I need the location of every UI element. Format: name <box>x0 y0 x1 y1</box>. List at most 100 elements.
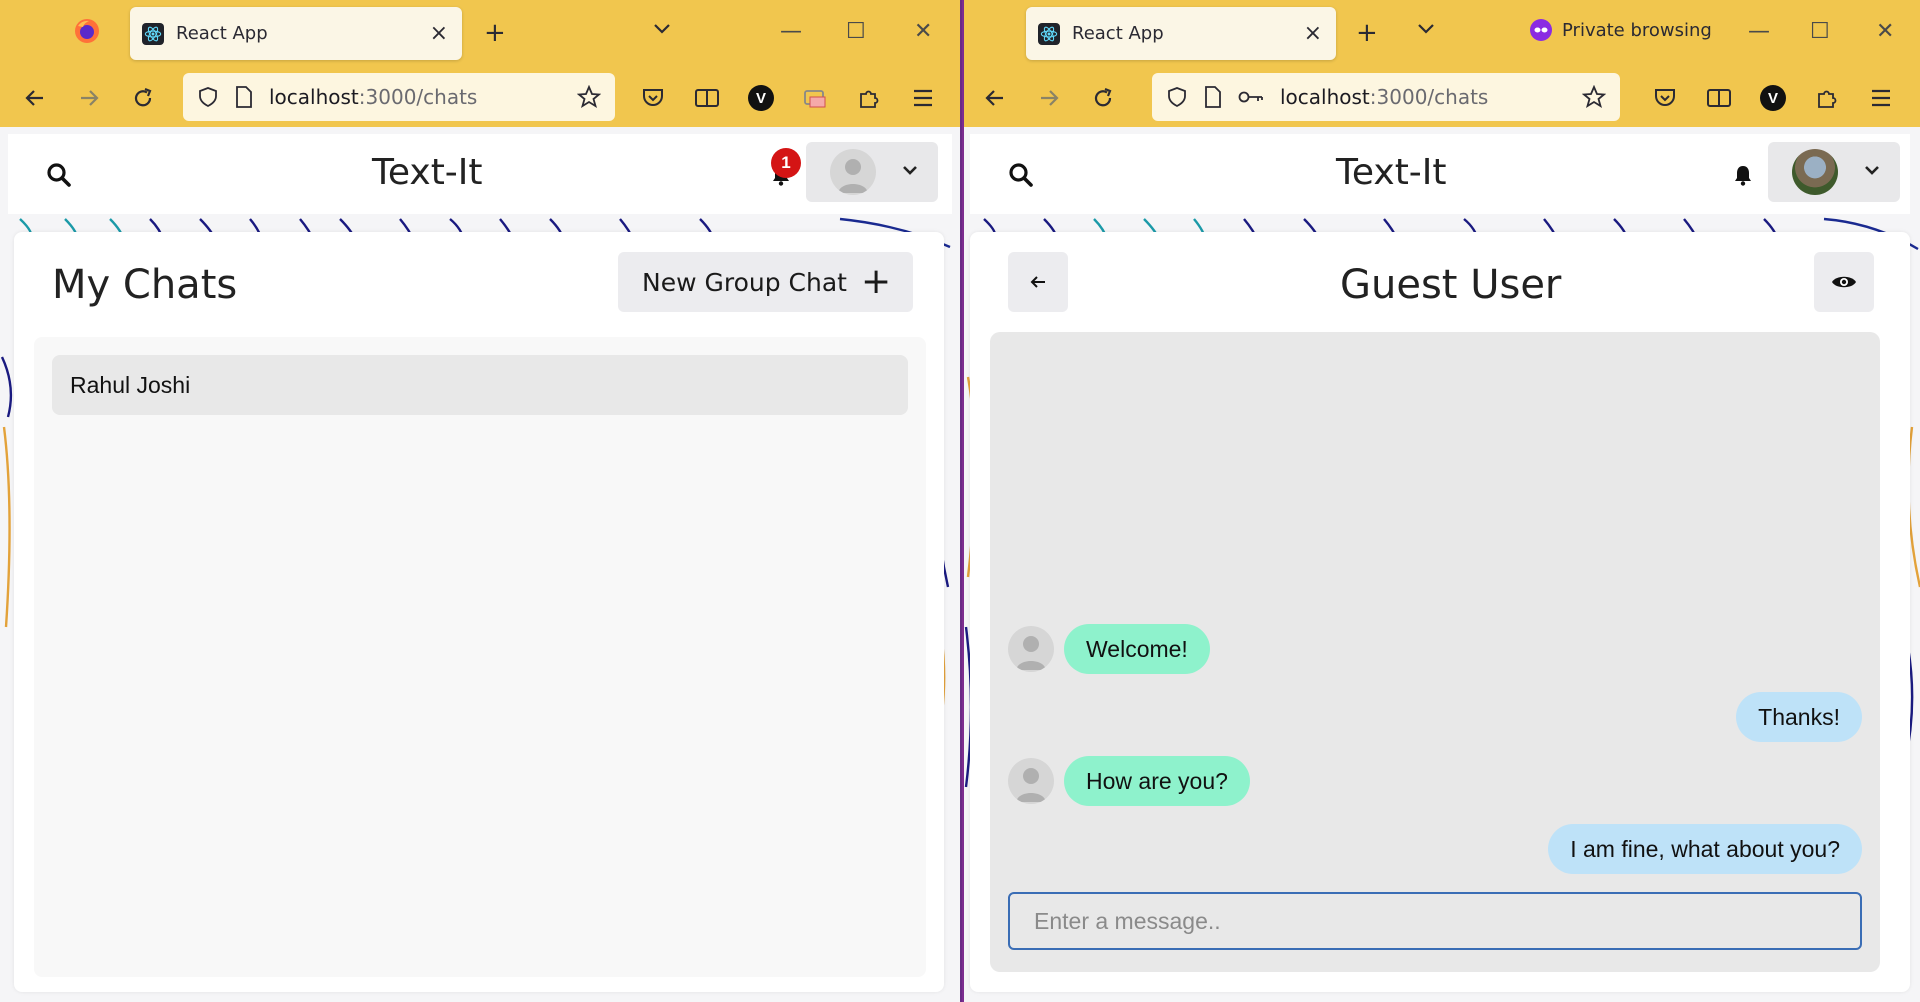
message-row-incoming: Welcome! <box>1008 624 1210 674</box>
tab-react-app[interactable]: React App × <box>130 7 462 60</box>
bookmark-star-icon[interactable] <box>577 85 601 109</box>
minimize-button[interactable]: — <box>1748 16 1770 48</box>
avatar <box>830 149 876 195</box>
tab-strip: React App × + Private browsing — ☐ ✕ <box>964 0 1920 67</box>
message-area: Welcome! Thanks! How are you? I am fine,… <box>990 332 1880 972</box>
chat-panel: Guest User Welcome! Thanks! How are you?… <box>970 232 1910 992</box>
message-input[interactable] <box>1008 892 1862 950</box>
hamburger-menu-icon[interactable] <box>1864 81 1898 115</box>
my-chats-panel: My Chats New Group Chat + Rahul Joshi <box>14 232 944 992</box>
back-button[interactable] <box>1008 252 1068 312</box>
tab-close-icon[interactable]: × <box>1304 21 1322 46</box>
private-mask-icon <box>1530 19 1552 41</box>
chevron-down-icon <box>902 163 918 181</box>
app-header: Text-It <box>970 134 1910 214</box>
pocket-icon[interactable] <box>636 81 670 115</box>
url-bar[interactable]: localhost:3000/chats <box>183 73 615 121</box>
tab-list-chevron-icon[interactable] <box>1416 14 1436 46</box>
message-bubble: Welcome! <box>1064 624 1210 674</box>
maximize-button[interactable]: ☐ <box>846 16 866 48</box>
desktop: React App × + — ☐ ✕ localhost:3000/chat… <box>0 0 1920 1002</box>
message-bubble: Thanks! <box>1736 692 1862 742</box>
chat-list-item[interactable]: Rahul Joshi <box>52 355 908 415</box>
url-path: :3000/chats <box>1369 85 1489 109</box>
profile-menu-button[interactable] <box>806 142 938 202</box>
bookmark-star-icon[interactable] <box>1582 85 1606 109</box>
reload-icon[interactable] <box>126 81 160 115</box>
left-browser-window: React App × + — ☐ ✕ localhost:3000/chat… <box>0 0 960 1002</box>
back-arrow-icon[interactable] <box>18 81 52 115</box>
nav-toolbar: localhost:3000/chats V <box>964 67 1920 127</box>
page-icon <box>1204 86 1222 108</box>
tab-list-chevron-icon[interactable] <box>652 14 672 46</box>
v-extension-icon[interactable]: V <box>1756 81 1790 115</box>
new-tab-button[interactable]: + <box>1356 17 1378 49</box>
firefox-icon[interactable] <box>74 18 100 52</box>
right-browser-window: React App × + Private browsing — ☐ ✕ loc… <box>962 0 1920 1002</box>
sender-avatar <box>1008 758 1054 804</box>
left-page: Text-It 1 My Chats New Group Chat + Rahu… <box>0 127 960 1002</box>
nav-toolbar: localhost:3000/chats V <box>0 67 960 127</box>
new-group-chat-button[interactable]: New Group Chat + <box>618 252 914 312</box>
sender-avatar <box>1008 626 1054 672</box>
profile-menu-button[interactable] <box>1768 142 1900 202</box>
screenshot-extension-icon[interactable] <box>798 81 832 115</box>
private-browsing-label: Private browsing <box>1562 19 1712 41</box>
react-icon <box>1038 22 1060 45</box>
forward-arrow-icon[interactable] <box>72 81 106 115</box>
search-icon[interactable] <box>46 162 72 193</box>
right-page: Text-It Guest User Welcome! Thanks! How … <box>964 127 1920 1002</box>
search-icon[interactable] <box>1008 162 1034 193</box>
minimize-button[interactable]: — <box>780 16 802 48</box>
url-path: :3000/chats <box>358 85 478 109</box>
chevron-down-icon <box>1864 163 1880 181</box>
reader-view-icon[interactable] <box>1702 81 1736 115</box>
shield-icon[interactable] <box>1166 86 1188 108</box>
close-window-button[interactable]: ✕ <box>1876 16 1894 48</box>
tab-title: React App <box>1072 23 1164 44</box>
notification-badge: 1 <box>771 148 801 178</box>
chat-list: Rahul Joshi <box>34 337 926 977</box>
maximize-button[interactable]: ☐ <box>1810 16 1830 48</box>
message-bubble: How are you? <box>1064 756 1250 806</box>
message-bubble: I am fine, what about you? <box>1548 824 1862 874</box>
message-row-outgoing: Thanks! <box>1736 692 1862 742</box>
app-header: Text-It 1 <box>8 134 952 214</box>
reload-icon[interactable] <box>1086 81 1120 115</box>
message-row-outgoing: I am fine, what about you? <box>1548 824 1862 874</box>
tab-react-app[interactable]: React App × <box>1026 7 1336 60</box>
private-browsing-indicator: Private browsing <box>1530 19 1712 41</box>
react-icon <box>142 22 164 45</box>
hamburger-menu-icon[interactable] <box>906 81 940 115</box>
v-extension-icon[interactable]: V <box>744 81 778 115</box>
shield-icon[interactable] <box>197 86 219 108</box>
pocket-icon[interactable] <box>1648 81 1682 115</box>
new-group-chat-label: New Group Chat <box>642 267 847 297</box>
page-title: My Chats <box>52 262 238 308</box>
bell-icon[interactable] <box>1733 164 1753 191</box>
arrow-left-icon <box>1030 276 1045 288</box>
puzzle-icon[interactable] <box>1810 81 1844 115</box>
brand-title: Text-It <box>1336 152 1447 193</box>
close-window-button[interactable]: ✕ <box>914 16 932 48</box>
tab-close-icon[interactable]: × <box>430 21 448 46</box>
chat-title: Guest User <box>1340 262 1562 308</box>
key-icon[interactable] <box>1238 89 1264 105</box>
plus-icon: + <box>860 261 892 302</box>
url-bar[interactable]: localhost:3000/chats <box>1152 73 1620 121</box>
back-arrow-icon[interactable] <box>978 81 1012 115</box>
url-host: localhost <box>269 85 359 109</box>
new-tab-button[interactable]: + <box>484 17 506 49</box>
tab-title: React App <box>176 23 268 44</box>
url-host: localhost <box>1280 85 1370 109</box>
chat-name: Rahul Joshi <box>70 371 191 398</box>
puzzle-icon[interactable] <box>852 81 886 115</box>
eye-icon <box>1832 276 1856 288</box>
reader-view-icon[interactable] <box>690 81 724 115</box>
brand-title: Text-It <box>372 152 483 193</box>
message-row-incoming: How are you? <box>1008 756 1250 806</box>
view-profile-button[interactable] <box>1814 252 1874 312</box>
forward-arrow-icon[interactable] <box>1032 81 1066 115</box>
tab-strip: React App × + — ☐ ✕ <box>0 0 960 67</box>
page-icon <box>235 86 253 108</box>
